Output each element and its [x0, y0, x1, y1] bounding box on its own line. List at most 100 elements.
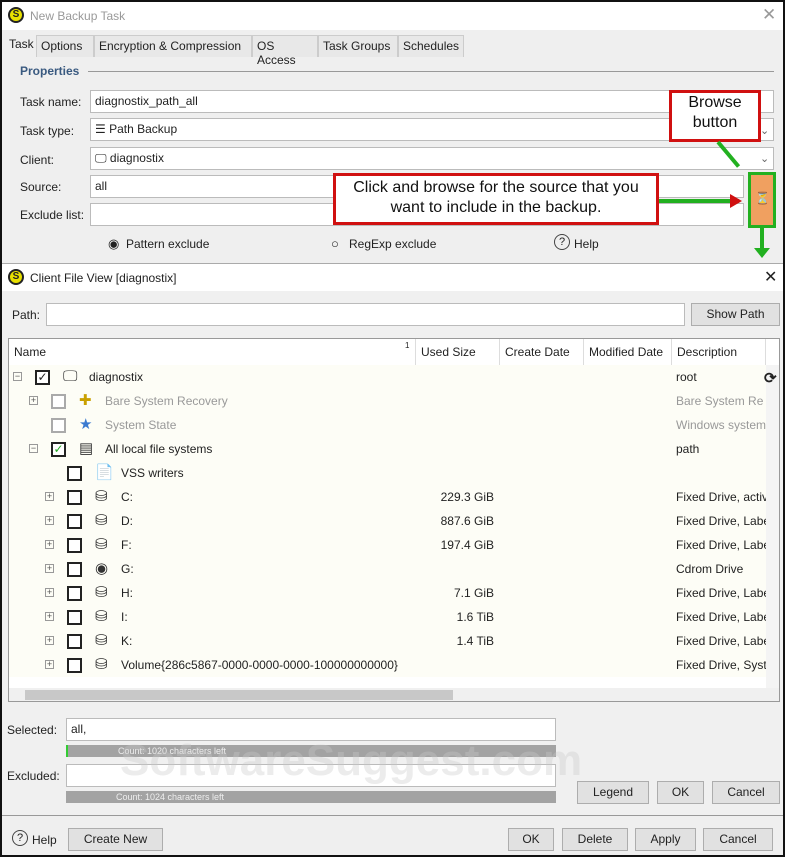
checkbox[interactable] — [67, 562, 82, 577]
used-size-cell: 1.6 TiB — [456, 610, 494, 624]
client-select[interactable]: 🖵 diagnostix — [90, 147, 774, 170]
checkbox[interactable] — [67, 538, 82, 553]
used-size-cell: 7.1 GiB — [453, 586, 494, 600]
chevron-down-icon[interactable]: ⌄ — [760, 152, 769, 165]
tab-encryption-compression[interactable]: Encryption & Compression — [94, 35, 252, 57]
vss-icon: 📄 — [95, 464, 114, 481]
click-annotation: Click and browse for the source that you… — [333, 173, 659, 225]
expander-plus-icon[interactable]: + — [45, 492, 54, 501]
column-header-description[interactable]: Description — [672, 339, 766, 365]
dialog-ok-button[interactable]: OK — [657, 781, 704, 804]
expander-plus-icon[interactable]: + — [45, 564, 54, 573]
name-cell: K: — [121, 634, 133, 648]
expander-plus-icon[interactable]: + — [45, 612, 54, 621]
chevron-down-icon[interactable]: ⌄ — [760, 124, 769, 137]
divider — [88, 71, 774, 72]
drive-icon: ⛁ — [95, 488, 108, 505]
browse-annotation: Browse button — [669, 90, 761, 142]
browse-button[interactable]: ⏳ — [748, 172, 776, 228]
cancel-button[interactable]: Cancel — [703, 828, 773, 851]
apply-button[interactable]: Apply — [635, 828, 696, 851]
checkbox[interactable] — [67, 634, 82, 649]
description-cell: path — [676, 442, 700, 456]
tree-row[interactable]: − ✓ 🖵 diagnostix root — [9, 365, 766, 389]
tree-row[interactable]: + ⛁ F: 197.4 GiB Fixed Drive, Label — [9, 533, 766, 557]
expander-minus-icon[interactable]: − — [13, 372, 22, 381]
tree-row[interactable]: + ⛁ Volume{286c5867-0000-0000-0000-1000000… — [9, 653, 766, 677]
scrollbar-thumb[interactable] — [25, 690, 453, 700]
drive-icon: ⛁ — [95, 584, 108, 601]
tree-row[interactable]: + ◉ G: Cdrom Drive — [9, 557, 766, 581]
client-label: Client: — [20, 153, 55, 167]
checkbox[interactable] — [51, 394, 66, 409]
checkbox[interactable] — [67, 658, 82, 673]
checkbox[interactable] — [67, 514, 82, 529]
tree-row[interactable]: + ⛁ I: 1.6 TiB Fixed Drive, Label — [9, 605, 766, 629]
column-header-used-size[interactable]: Used Size — [416, 339, 500, 365]
delete-button[interactable]: Delete — [562, 828, 628, 851]
close-icon[interactable]: ✕ — [764, 267, 777, 287]
name-cell: H: — [121, 586, 133, 600]
drive-icon: ⛁ — [95, 536, 108, 553]
expander-plus-icon[interactable]: + — [45, 660, 54, 669]
checkbox[interactable] — [67, 490, 82, 505]
description-cell: Fixed Drive, System — [676, 658, 766, 672]
tree-row[interactable]: 📄 VSS writers — [9, 461, 766, 485]
legend-button[interactable]: Legend — [577, 781, 649, 804]
title-bar: S New Backup Task ✕ — [2, 2, 783, 30]
path-input[interactable] — [46, 303, 685, 326]
name-cell: Bare System Recovery — [105, 394, 228, 408]
checkbox[interactable] — [51, 418, 66, 433]
name-cell: F: — [121, 538, 132, 552]
expander-minus-icon[interactable]: − — [29, 444, 38, 453]
refresh-icon[interactable]: ⟳ — [764, 369, 777, 387]
tree-row[interactable]: + ⛁ K: 1.4 TiB Fixed Drive, Label — [9, 629, 766, 653]
checkbox[interactable] — [67, 586, 82, 601]
tree-row[interactable]: + ⛁ H: 7.1 GiB Fixed Drive, Label — [9, 581, 766, 605]
create-new-button[interactable]: Create New — [68, 828, 163, 851]
expander-plus-icon[interactable]: + — [45, 636, 54, 645]
column-header-create-date[interactable]: Create Date — [500, 339, 584, 365]
checkbox[interactable]: ✓ — [35, 370, 50, 385]
regexp-exclude-radio[interactable]: ○ — [331, 236, 339, 251]
ok-button[interactable]: OK — [508, 828, 554, 851]
help-link[interactable]: Help — [574, 237, 599, 251]
column-header-name[interactable]: Name — [9, 339, 416, 365]
column-header-modified-date[interactable]: Modified Date — [584, 339, 672, 365]
dialog-title: Client File View [diagnostix] — [30, 271, 177, 285]
tab-task-groups[interactable]: Task Groups — [318, 35, 398, 57]
expander-plus-icon[interactable]: + — [45, 516, 54, 525]
tab-schedules[interactable]: Schedules — [398, 35, 464, 57]
properties-heading: Properties — [20, 64, 80, 78]
tree-row[interactable]: + ✚ Bare System Recovery Bare System Re — [9, 389, 766, 413]
description-cell: Fixed Drive, Label — [676, 514, 766, 528]
tab-options[interactable]: Options — [36, 35, 94, 57]
checkbox[interactable] — [67, 610, 82, 625]
help-icon[interactable]: ? — [554, 234, 570, 250]
pattern-exclude-radio[interactable]: ◉ — [108, 236, 119, 252]
sort-indicator: 1 — [405, 341, 410, 350]
description-cell: Fixed Drive, Label — [676, 634, 766, 648]
checkbox[interactable]: ✓ — [51, 442, 66, 457]
tree-row[interactable]: + ⛁ C: 229.3 GiB Fixed Drive, active — [9, 485, 766, 509]
vertical-scrollbar[interactable] — [766, 365, 779, 689]
tree-row[interactable]: − ✓ ▤ All local file systems path — [9, 437, 766, 461]
help-icon[interactable]: ? — [12, 830, 28, 846]
checkbox[interactable] — [67, 466, 82, 481]
close-icon[interactable]: ✕ — [762, 5, 776, 25]
show-path-button[interactable]: Show Path — [691, 303, 780, 326]
footer-help-link[interactable]: Help — [32, 833, 57, 847]
tab-task[interactable]: Task — [4, 33, 36, 55]
dialog-cancel-button[interactable]: Cancel — [712, 781, 780, 804]
tree-row[interactable]: ★ System State Windows system — [9, 413, 766, 437]
computer-icon: 🖵 — [95, 151, 107, 165]
tab-os-access[interactable]: OS Access — [252, 35, 318, 67]
regexp-exclude-label: RegExp exclude — [349, 237, 437, 251]
arrow-head — [730, 194, 742, 208]
task-type-value: Path Backup — [109, 122, 178, 136]
expander-plus-icon[interactable]: + — [45, 540, 54, 549]
expander-plus-icon[interactable]: + — [29, 396, 38, 405]
star-icon: ★ — [79, 416, 93, 433]
expander-plus-icon[interactable]: + — [45, 588, 54, 597]
tree-row[interactable]: + ⛁ D: 887.6 GiB Fixed Drive, Label — [9, 509, 766, 533]
